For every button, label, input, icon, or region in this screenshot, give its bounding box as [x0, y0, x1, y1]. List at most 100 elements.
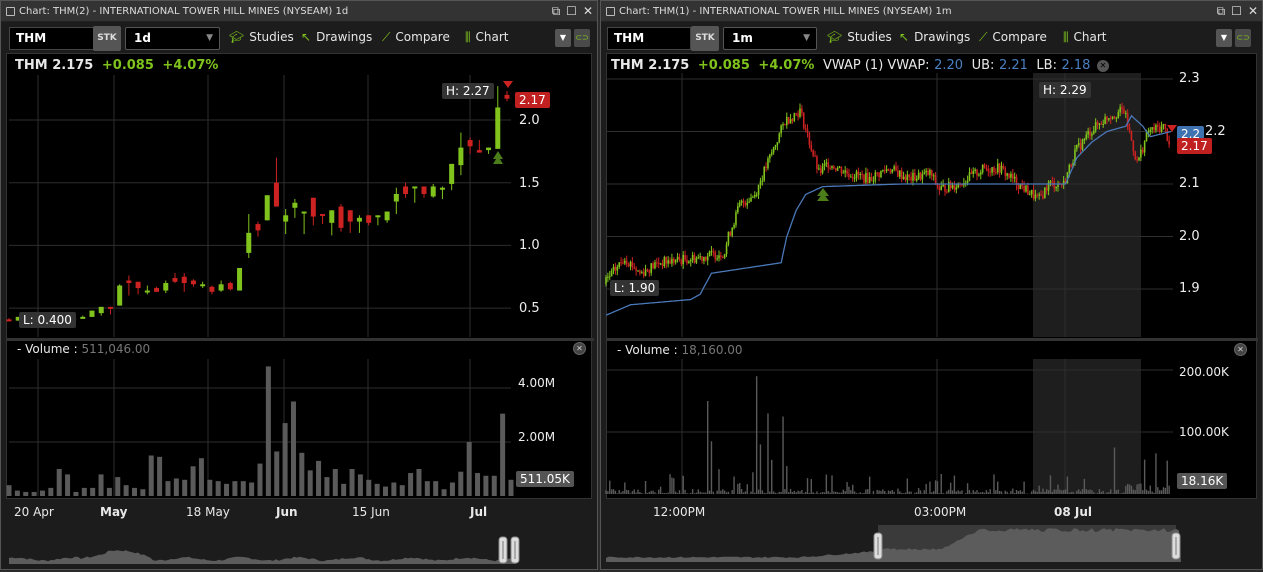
volume-bar [968, 490, 971, 494]
candle-body [646, 269, 649, 271]
volume-bar [723, 490, 726, 494]
volume-bar [1123, 492, 1125, 494]
candle-body [970, 172, 973, 174]
volume-bar [1078, 489, 1080, 494]
volume-bar [680, 493, 683, 494]
candle-body [744, 203, 747, 206]
candle-body [874, 172, 877, 181]
volume-bar [906, 478, 909, 494]
candle-body [1109, 118, 1112, 120]
candle-body [654, 262, 656, 269]
volume-bar [1155, 453, 1157, 494]
candle-body [393, 193, 399, 202]
candle-body [831, 166, 833, 169]
volume-bar [1061, 490, 1063, 494]
volume-bar [827, 491, 829, 494]
volume-bar [1013, 492, 1016, 494]
volume-bar [708, 490, 711, 494]
volume-tag: 511.05K [516, 471, 574, 487]
candle-body [738, 202, 741, 207]
candle-body [825, 162, 828, 164]
volume-bar [765, 493, 767, 494]
candle-body [1164, 123, 1167, 130]
volume-bar [1015, 490, 1018, 494]
candle-body [882, 170, 884, 172]
volume-bar [993, 474, 995, 494]
volume-bar [1017, 491, 1020, 494]
candle-body [853, 178, 856, 180]
volume-bar [887, 490, 890, 494]
candle-body [840, 166, 843, 174]
volume-bar [710, 441, 713, 494]
candle-body [1028, 194, 1031, 196]
session-shade [1033, 359, 1141, 494]
candle-body [953, 185, 956, 190]
candle-body [880, 170, 882, 178]
volume-bar [816, 491, 818, 494]
candle-body [504, 94, 510, 99]
volume-bar [1032, 489, 1035, 494]
candle-body [154, 288, 160, 292]
intraday-chart-canvas[interactable] [601, 1, 1263, 571]
volume-bar [307, 470, 313, 496]
candle-body [810, 144, 813, 151]
volume-bar [774, 492, 777, 494]
candle-body [818, 168, 820, 170]
candle-body [904, 176, 907, 181]
volume-bar [737, 483, 739, 494]
volume-bar [812, 492, 814, 494]
candle-body [872, 180, 875, 182]
volume-bar [646, 492, 649, 494]
candle-body [495, 107, 501, 149]
candle-body [900, 170, 903, 179]
candle-body [301, 211, 307, 214]
candle-body [620, 262, 622, 264]
volume-bar [859, 492, 861, 494]
candle-body [819, 168, 822, 174]
candle-body [923, 172, 926, 174]
candle-body [610, 270, 613, 277]
volume-bar [853, 491, 856, 494]
volume-bar [399, 485, 405, 496]
volume-bar [754, 492, 756, 494]
candle-body [135, 281, 141, 289]
candle-body [1068, 164, 1071, 173]
candle-body [1149, 129, 1152, 132]
candle-body [731, 227, 733, 236]
volume-bar [622, 490, 624, 494]
candle-body [467, 140, 473, 147]
candle-body [1044, 187, 1046, 199]
daily-chart-canvas[interactable] [1, 1, 599, 571]
volume-bar [1142, 490, 1144, 494]
close-volume-pane-icon[interactable]: ✕ [1234, 343, 1247, 356]
candle-body [117, 285, 123, 306]
candle-body [1092, 130, 1095, 134]
candle-body [703, 256, 705, 262]
candle-body [844, 170, 846, 173]
volume-bar [624, 482, 626, 494]
volume-bar [433, 481, 439, 496]
chart-window-intraday: Chart: THM(1) - INTERNATIONAL TOWER HILL… [600, 0, 1263, 570]
candle-body [1141, 149, 1144, 153]
volume-bar [654, 492, 656, 494]
volume-bar [938, 493, 941, 494]
volume-bar [1044, 491, 1046, 494]
candle-body [821, 165, 824, 174]
volume-bar [1053, 489, 1055, 494]
candle-body [375, 215, 381, 218]
candle-body [857, 171, 860, 176]
candle-body [458, 147, 464, 166]
volume-pane-header: - Volume : 511,046.00 [17, 342, 150, 356]
volume-bar [801, 490, 803, 494]
candle-body [899, 170, 901, 177]
volume-bar [929, 481, 931, 494]
volume-bar [878, 490, 880, 494]
volume-bar [1093, 492, 1095, 494]
candle-body [816, 156, 818, 170]
volume-bar [835, 491, 837, 494]
volume-bar [1168, 485, 1170, 494]
close-volume-pane-icon[interactable]: ✕ [573, 342, 586, 355]
candle-body [987, 168, 990, 172]
candle-body [1087, 131, 1089, 135]
candle-body [746, 202, 749, 206]
